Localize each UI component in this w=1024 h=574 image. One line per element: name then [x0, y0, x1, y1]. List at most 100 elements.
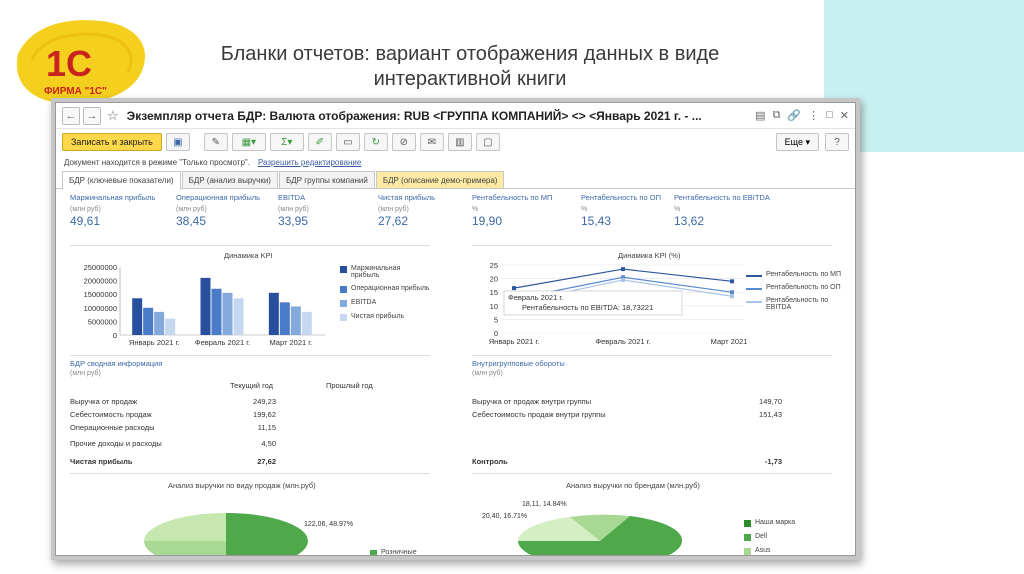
legend-item[interactable]: Asus — [744, 547, 795, 555]
bar-mark[interactable] — [200, 277, 211, 335]
calendar-icon[interactable]: ▢ — [475, 133, 500, 151]
close-icon[interactable]: ✕ — [840, 109, 849, 122]
tab-revenue-analysis[interactable]: БДР (анализ выручки) — [181, 171, 278, 188]
x-tick-label: Январь 2021 г. — [489, 337, 539, 346]
legend-item[interactable]: Наша марка — [744, 519, 795, 527]
pie-right-label: 18,11, 14.84% — [522, 501, 567, 508]
legend-item[interactable]: Маржинальная прибыль — [340, 265, 430, 279]
save-icon[interactable]: ▣ — [165, 133, 190, 151]
bar-mark[interactable] — [211, 288, 222, 335]
refresh-icon[interactable]: ↻ — [363, 133, 388, 151]
x-tick-label: Март 2021 г. — [711, 337, 750, 346]
y-tick-label: 25 — [490, 261, 498, 270]
bar-mark[interactable] — [132, 298, 143, 335]
legend-item[interactable]: Рентабельность по ОП — [746, 284, 841, 291]
maximize-icon[interactable]: □ — [826, 109, 833, 122]
line-chart-legend: Рентабельность по МП Рентабельность по О… — [746, 271, 841, 317]
intragroup-row-label: Выручка от продаж внутри группы — [472, 397, 592, 406]
x-tick-label: Февраль 2021 г. — [195, 338, 250, 347]
y-tick-label: 15000000 — [84, 290, 117, 299]
intragroup-unit: (млн руб) — [472, 370, 503, 377]
divider — [70, 473, 430, 474]
more-button[interactable]: Еще ▾ — [775, 133, 819, 151]
intragroup-total-value: -1,73 — [764, 457, 782, 466]
excel-export-icon[interactable]: ▦▾ — [231, 133, 266, 151]
print-icon[interactable]: ▤ — [755, 109, 765, 122]
pie-right-label: 20,40, 16.71% — [482, 513, 528, 520]
legend-item[interactable]: Рентабельность по МП — [746, 271, 841, 278]
wrench-icon[interactable]: ✎ — [203, 133, 228, 151]
point-mark[interactable] — [621, 277, 625, 282]
link-icon[interactable]: 🔗 — [787, 109, 801, 122]
kpi-margin-rate: Рентабельность по МП% 19,90 — [472, 193, 553, 228]
bar-mark[interactable] — [222, 292, 233, 335]
y-tick-label: 20 — [490, 275, 498, 284]
bar-mark[interactable] — [301, 311, 312, 335]
attach-icon[interactable]: ⊘ — [391, 133, 416, 151]
help-button[interactable]: ? — [825, 133, 849, 151]
tab-demo-description[interactable]: БДР (описание демо-примера) — [375, 171, 505, 188]
pie-right-title: Анализ выручки по брендам (млн.руб) — [566, 481, 700, 490]
sales-type-pie — [144, 513, 308, 556]
kpi-ebitda-rate: Рентабельность по EBITDA% 13,62 — [674, 193, 770, 228]
more-dots-icon[interactable]: ⋮ — [808, 109, 819, 122]
bar-mark[interactable] — [154, 311, 165, 335]
legend-item[interactable]: Рентабельность по EBITDA — [746, 297, 841, 311]
note-icon[interactable]: ▭ — [335, 133, 360, 151]
tab-key-indicators[interactable]: БДР (ключевые показатели) — [62, 171, 181, 190]
intragroup-row-value: 151,43 — [759, 410, 782, 419]
bar-mark[interactable] — [143, 307, 154, 335]
edit-pencil-icon[interactable]: ✐ — [307, 133, 332, 151]
toolbar: Записать и закрыть ▣ ✎ ▦▾ Σ▾ ✐ ▭ ↻ ⊘ ✉ ▥… — [56, 129, 855, 155]
bar-chart-legend: Маржинальная прибыль Операционная прибыл… — [340, 265, 430, 327]
sum-icon[interactable]: Σ▾ — [269, 133, 304, 151]
divider — [472, 473, 832, 474]
bar-mark[interactable] — [165, 318, 176, 335]
point-mark[interactable] — [621, 267, 625, 272]
pie-right-legend: Наша марка Dell Asus — [744, 519, 795, 555]
report-window: ← → ☆ Экземпляр отчета БДР: Валюта отобр… — [55, 102, 856, 556]
svg-text:1С: 1С — [46, 43, 92, 84]
report-icon[interactable]: ▥ — [447, 133, 472, 151]
pie-slice[interactable] — [144, 513, 226, 541]
mode-text: Документ находится в режиме "Только прос… — [64, 157, 250, 167]
summary-unit: (млн руб) — [70, 370, 101, 377]
copy-icon[interactable]: ⧉ — [773, 109, 781, 122]
x-tick-label: Февраль 2021 г. — [595, 337, 650, 346]
point-mark[interactable] — [512, 286, 516, 291]
legend-item[interactable]: EBITDA — [340, 299, 430, 307]
y-tick-label: 5 — [494, 315, 498, 324]
back-button[interactable]: ← — [62, 106, 80, 125]
legend-item[interactable]: Операционная прибыль — [340, 285, 430, 293]
point-mark[interactable] — [730, 294, 734, 299]
save-close-button[interactable]: Записать и закрыть — [62, 133, 162, 151]
comment-icon[interactable]: ✉ — [419, 133, 444, 151]
point-mark[interactable] — [730, 290, 734, 295]
kpi-ebitda: EBITDA (млн руб) 33,95 — [278, 193, 309, 228]
window-titlebar: ← → ☆ Экземпляр отчета БДР: Валюта отобр… — [56, 103, 855, 129]
summary-row-label: Себестоимость продаж — [70, 410, 152, 419]
point-mark[interactable] — [730, 279, 734, 284]
bar-mark[interactable] — [268, 292, 279, 335]
bar-mark[interactable] — [279, 302, 290, 335]
divider — [472, 355, 832, 356]
summary-row-value: 199,62 — [253, 410, 276, 419]
bar-mark[interactable] — [290, 306, 301, 335]
forward-button[interactable]: → — [83, 106, 101, 125]
pie-slice[interactable] — [144, 541, 226, 556]
y-tick-label: 15 — [490, 288, 498, 297]
divider — [70, 355, 430, 356]
kpi-bar-chart: 0 5000000 10000000 15000000 20000000 25000000… — [84, 263, 325, 347]
kpi-margin-profit: Маржинальная прибыль (млн руб) 49,61 — [70, 193, 156, 228]
tooltip-category: Февраль 2021 г. — [508, 293, 563, 302]
tab-company-group[interactable]: БДР группы компаний — [278, 171, 375, 188]
legend-item[interactable]: Dell — [744, 533, 795, 541]
pie-slice[interactable] — [226, 513, 308, 556]
favorite-star-icon[interactable]: ☆ — [107, 108, 119, 124]
allow-edit-link[interactable]: Разрешить редактирование — [258, 158, 361, 167]
bar-mark[interactable] — [233, 298, 244, 335]
intragroup-row-label: Себестоимость продаж внутри группы — [472, 410, 606, 419]
legend-item[interactable]: Чистая прибыль — [340, 313, 430, 321]
kpi-operating-profit: Операционная прибыль (млн руб) 38,45 — [176, 193, 261, 228]
pie-left-title: Анализ выручки по виду продаж (млн.руб) — [168, 481, 316, 490]
